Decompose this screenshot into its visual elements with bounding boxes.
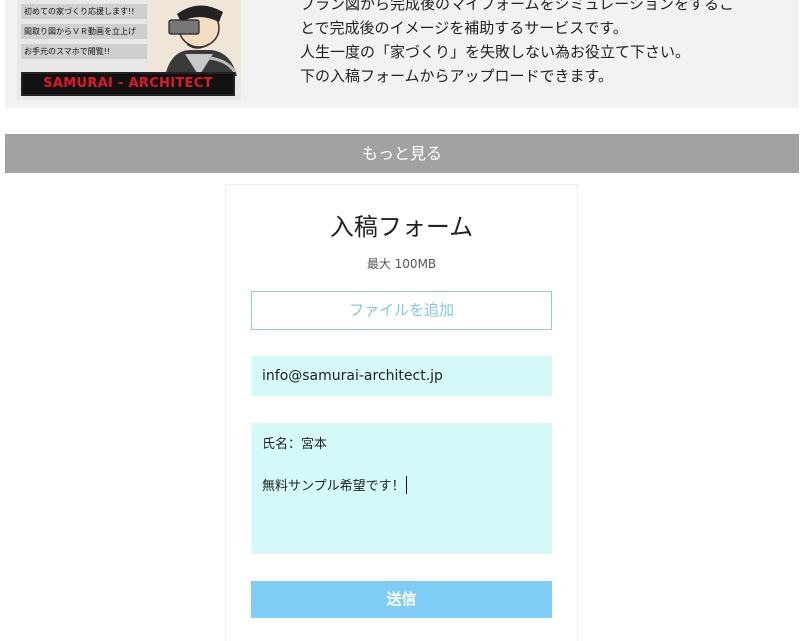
page: 初めての家づくり応援します!! 間取り図からＶＲ動画を立上げ お手元のスマホで閲… — [0, 0, 806, 641]
message-line: 無料サンプル希望です！ — [262, 479, 405, 494]
intro-line: 下の入稿フォームからアップロードできます。 — [300, 67, 614, 85]
upload-form-card: 入稿フォーム 最大 100MB ファイルを追加 氏名：宮本 無料サンプル希望です… — [225, 184, 578, 641]
max-size-note: 最大 100MB — [366, 257, 437, 271]
samurai-architect-banner[interactable]: 初めての家づくり応援します!! 間取り図からＶＲ動画を立上げ お手元のスマホで閲… — [17, 0, 241, 100]
intro-text: プラン図から完成後のマイフォームをシミュレーションをするこ とで完成後のイメージ… — [300, 0, 790, 88]
intro-line: とで完成後のイメージを補助するサービスです。 — [300, 19, 628, 37]
text-cursor — [405, 476, 407, 494]
banner-tag: お手元のスマホで閲覧!! — [21, 44, 167, 59]
add-file-button[interactable]: ファイルを追加 — [251, 291, 552, 330]
banner-logo: SAMURAI - ARCHITECT — [21, 72, 235, 96]
message-textarea[interactable]: 氏名：宮本 無料サンプル希望です！ — [251, 423, 552, 554]
banner-tag: 間取り図からＶＲ動画を立上げ — [21, 24, 167, 39]
samurai-illustration-icon — [147, 0, 241, 76]
intro-line: 人生一度の「家づくり」を失敗しない為お役立て下さい。 — [300, 43, 691, 61]
more-button[interactable]: もっと見る — [5, 134, 799, 173]
intro-line: プラン図から完成後のマイフォームをシミュレーションをするこ — [300, 0, 734, 13]
form-title: 入稿フォーム — [329, 213, 474, 241]
submit-button[interactable]: 送信 — [251, 581, 552, 618]
banner-tag: 初めての家づくり応援します!! — [21, 4, 167, 19]
email-field[interactable] — [251, 356, 552, 396]
message-line: 氏名：宮本 — [262, 437, 328, 452]
banner-tags: 初めての家づくり応援します!! 間取り図からＶＲ動画を立上げ お手元のスマホで閲… — [21, 4, 167, 64]
intro-section: 初めての家づくり応援します!! 間取り図からＶＲ動画を立上げ お手元のスマホで閲… — [5, 0, 799, 108]
